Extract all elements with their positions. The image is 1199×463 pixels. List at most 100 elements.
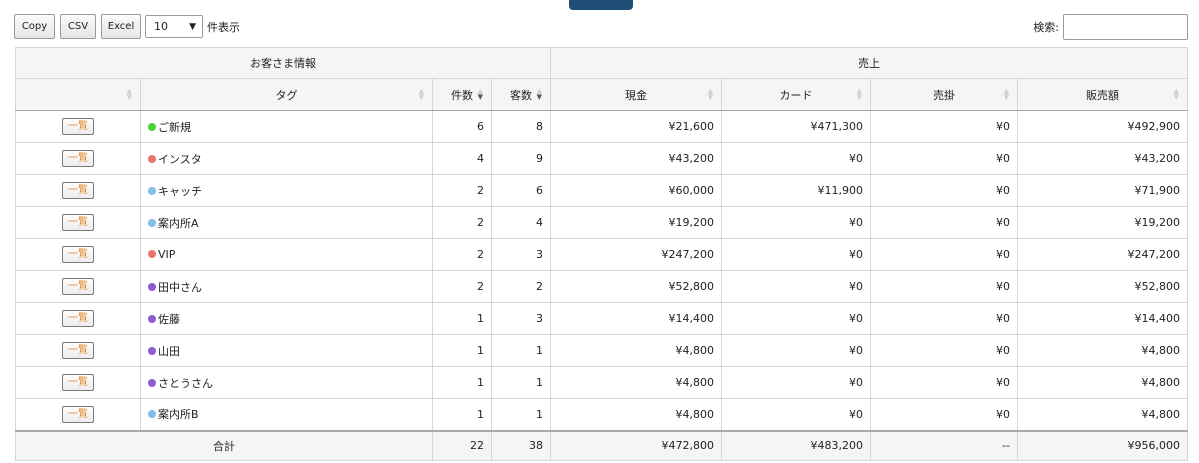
sales-cell: ¥4,800	[1017, 398, 1188, 431]
search-input[interactable]	[1063, 14, 1188, 40]
cash-cell: ¥19,200	[550, 206, 722, 239]
tag-name: さとうさん	[158, 376, 213, 390]
tag-name: 山田	[158, 344, 180, 358]
sales-cell: ¥4,800	[1017, 334, 1188, 367]
tag-name: 案内所A	[158, 216, 199, 230]
count-cell: 6	[432, 110, 492, 143]
column-header-list[interactable]: ▲ ▼	[15, 78, 141, 111]
column-header-label: 売掛	[933, 88, 955, 102]
copy-button[interactable]: Copy	[14, 14, 55, 39]
sort-icon: ▲ ▼	[477, 87, 483, 101]
column-header-card[interactable]: カード ▲ ▼	[721, 78, 871, 111]
page-length-select[interactable]: 10 ▼	[145, 15, 203, 38]
search-box: 検索:	[1033, 14, 1188, 40]
credit-cell: ¥0	[870, 334, 1018, 367]
column-header-credit[interactable]: 売掛 ▲ ▼	[870, 78, 1018, 111]
excel-button[interactable]: Excel	[101, 14, 141, 39]
tag-cell: 田中さん	[140, 270, 433, 303]
count-cell: 4	[432, 142, 492, 175]
column-header-count[interactable]: 件数 ▲ ▼	[432, 78, 492, 111]
sales-table: お客さま情報 売上 ▲ ▼ タグ ▲ ▼ 件数 ▲ ▼ 客数 ▲ ▼ 現金 ▲ ▼ カード ▲ ▼ 売掛 ▲ ▼ 販売額…	[15, 47, 1188, 461]
list-button[interactable]: 一覧	[62, 405, 94, 423]
table-row: 一覧 山田 1 1 ¥4,800 ¥0 ¥0 ¥4,800	[15, 334, 1188, 367]
list-cell: 一覧	[15, 206, 141, 239]
card-cell: ¥0	[721, 270, 871, 303]
column-header-tag[interactable]: タグ ▲ ▼	[140, 78, 433, 111]
customers-cell: 1	[491, 334, 551, 367]
tag-color-dot	[148, 410, 156, 419]
tag-color-dot	[148, 186, 156, 195]
count-cell: 2	[432, 206, 492, 239]
list-button[interactable]: 一覧	[62, 246, 94, 263]
sort-icon: ▲ ▼	[126, 87, 132, 101]
tag-cell: キャッチ	[140, 174, 433, 207]
list-button[interactable]: 一覧	[62, 310, 94, 327]
credit-cell: ¥0	[870, 174, 1018, 207]
credit-cell: ¥0	[870, 238, 1018, 271]
column-header-label: 客数	[510, 88, 532, 102]
list-cell: 一覧	[15, 334, 141, 367]
column-header-cash[interactable]: 現金 ▲ ▼	[550, 78, 722, 111]
list-button[interactable]: 一覧	[62, 374, 94, 391]
list-cell: 一覧	[15, 302, 141, 335]
tag-cell: さとうさん	[140, 366, 433, 399]
tag-name: ご新規	[158, 120, 191, 134]
list-button[interactable]: 一覧	[62, 342, 94, 359]
cash-cell: ¥43,200	[550, 142, 722, 175]
list-cell: 一覧	[15, 238, 141, 271]
tag-cell: 案内所B	[140, 398, 433, 431]
card-cell: ¥0	[721, 142, 871, 175]
tag-name: 案内所B	[158, 408, 199, 422]
export-toolbar: Copy CSV Excel 10 ▼ 件表示	[14, 14, 240, 39]
credit-cell: ¥0	[870, 398, 1018, 431]
tag-color-dot	[148, 282, 156, 291]
sort-icon: ▲ ▼	[707, 87, 713, 101]
credit-cell: ¥0	[870, 142, 1018, 175]
table-row: 一覧 キャッチ 2 6 ¥60,000 ¥11,900 ¥0 ¥71,900	[15, 174, 1188, 207]
credit-cell: ¥0	[870, 206, 1018, 239]
tag-color-dot	[148, 346, 156, 355]
tag-color-dot	[148, 250, 156, 258]
card-cell: ¥0	[721, 398, 871, 431]
sales-cell: ¥19,200	[1017, 206, 1188, 239]
csv-button[interactable]: CSV	[60, 14, 96, 39]
list-button[interactable]: 一覧	[62, 150, 94, 167]
total-credit: --	[870, 429, 1018, 461]
column-header-label: 件数	[451, 88, 473, 102]
list-button[interactable]: 一覧	[62, 278, 94, 295]
tag-name: インスタ	[158, 152, 202, 166]
customers-cell: 3	[491, 302, 551, 335]
tag-name: 佐藤	[158, 312, 180, 326]
table-row: 一覧 さとうさん 1 1 ¥4,800 ¥0 ¥0 ¥4,800	[15, 366, 1188, 399]
card-cell: ¥0	[721, 206, 871, 239]
credit-cell: ¥0	[870, 366, 1018, 399]
sales-cell: ¥71,900	[1017, 174, 1188, 207]
list-cell: 一覧	[15, 270, 141, 303]
totals-label: 合計	[15, 429, 433, 461]
sort-icon: ▲ ▼	[1173, 87, 1179, 101]
list-cell: 一覧	[15, 110, 141, 143]
list-cell: 一覧	[15, 174, 141, 207]
credit-cell: ¥0	[870, 302, 1018, 335]
cash-cell: ¥14,400	[550, 302, 722, 335]
credit-cell: ¥0	[870, 270, 1018, 303]
total-sales: ¥956,000	[1017, 429, 1188, 461]
table-row: 一覧 インスタ 4 9 ¥43,200 ¥0 ¥0 ¥43,200	[15, 142, 1188, 175]
list-button[interactable]: 一覧	[62, 214, 94, 231]
count-cell: 2	[432, 174, 492, 207]
table-row: 一覧 ご新規 6 8 ¥21,600 ¥471,300 ¥0 ¥492,900	[15, 110, 1188, 143]
column-header-sales[interactable]: 販売額 ▲ ▼	[1017, 78, 1188, 111]
card-cell: ¥11,900	[721, 174, 871, 207]
tag-cell: VIP	[140, 238, 433, 271]
column-header-customers[interactable]: 客数 ▲ ▼	[491, 78, 551, 111]
card-cell: ¥0	[721, 238, 871, 271]
count-cell: 1	[432, 398, 492, 431]
list-button[interactable]: 一覧	[62, 118, 94, 135]
list-button[interactable]: 一覧	[62, 182, 94, 199]
sales-cell: ¥43,200	[1017, 142, 1188, 175]
aggregate-button[interactable]	[569, 0, 633, 10]
tag-cell: 佐藤	[140, 302, 433, 335]
list-cell: 一覧	[15, 366, 141, 399]
column-header-label: 現金	[625, 88, 647, 102]
sort-icon: ▲ ▼	[856, 87, 862, 101]
